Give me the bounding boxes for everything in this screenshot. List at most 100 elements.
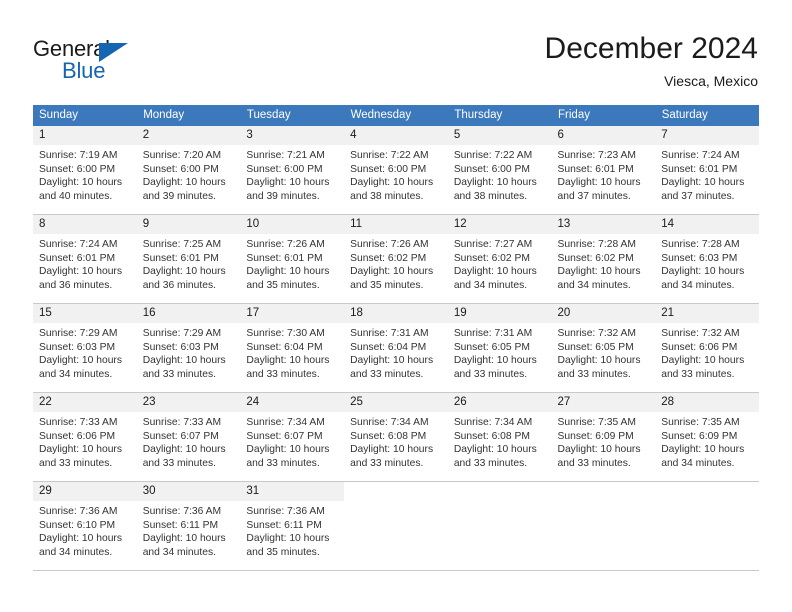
weekday-header-thursday: Thursday — [447, 105, 553, 126]
day-cell[interactable]: 24 Sunrise: 7:34 AM Sunset: 6:07 PM Dayl… — [240, 392, 345, 482]
general-blue-logo[interactable]: General Blue — [33, 36, 183, 86]
day-cell[interactable]: 29 Sunrise: 7:36 AM Sunset: 6:10 PM Dayl… — [33, 481, 137, 571]
daylight-text-line2: and 36 minutes. — [39, 279, 113, 291]
day-number: 23 — [136, 393, 241, 412]
day-cell[interactable]: 1 Sunrise: 7:19 AM Sunset: 6:00 PM Dayli… — [33, 126, 137, 215]
daylight-text-line1: Daylight: 10 hours — [557, 266, 641, 278]
day-cell[interactable]: 7 Sunrise: 7:24 AM Sunset: 6:01 PM Dayli… — [655, 126, 759, 215]
sunrise-text: Sunrise: 7:28 AM — [661, 239, 740, 250]
daylight-text-line2: and 33 minutes. — [350, 457, 424, 469]
day-details: Sunrise: 7:28 AM Sunset: 6:02 PM Dayligh… — [552, 234, 656, 292]
daylight-text-line2: and 35 minutes. — [246, 546, 320, 558]
day-details: Sunrise: 7:35 AM Sunset: 6:09 PM Dayligh… — [655, 412, 759, 470]
day-number: 15 — [33, 304, 137, 323]
sunrise-text: Sunrise: 7:23 AM — [557, 150, 636, 161]
daylight-text-line1: Daylight: 10 hours — [453, 444, 537, 456]
day-number: 2 — [136, 126, 241, 145]
day-cell[interactable]: 30 Sunrise: 7:36 AM Sunset: 6:11 PM Dayl… — [136, 481, 241, 571]
day-cell[interactable]: 18 Sunrise: 7:31 AM Sunset: 6:04 PM Dayl… — [344, 303, 448, 393]
day-cell[interactable]: 25 Sunrise: 7:34 AM Sunset: 6:08 PM Dayl… — [344, 392, 448, 482]
day-cell[interactable]: 14 Sunrise: 7:28 AM Sunset: 6:03 PM Dayl… — [655, 214, 759, 304]
sunrise-text: Sunrise: 7:31 AM — [350, 328, 429, 339]
day-details: Sunrise: 7:34 AM Sunset: 6:07 PM Dayligh… — [240, 412, 344, 470]
sunrise-text: Sunrise: 7:34 AM — [453, 417, 533, 428]
sunset-text: Sunset: 6:03 PM — [142, 341, 219, 353]
day-cell[interactable]: 6 Sunrise: 7:23 AM Sunset: 6:01 PM Dayli… — [551, 126, 656, 215]
day-cell[interactable]: 19 Sunrise: 7:31 AM Sunset: 6:05 PM Dayl… — [447, 303, 552, 393]
day-cell[interactable]: 27 Sunrise: 7:35 AM Sunset: 6:09 PM Dayl… — [551, 392, 656, 482]
daylight-text-line2: and 35 minutes. — [246, 279, 320, 291]
daylight-text-line1: Daylight: 10 hours — [39, 533, 122, 545]
sunrise-text: Sunrise: 7:34 AM — [350, 417, 429, 428]
day-number: 7 — [655, 126, 759, 145]
weekday-header-sunday: Sunday — [33, 105, 138, 126]
calendar-header-row: Sunday Monday Tuesday Wednesday Thursday… — [33, 105, 760, 126]
day-number: 6 — [551, 126, 656, 145]
day-details: Sunrise: 7:21 AM Sunset: 6:00 PM Dayligh… — [240, 145, 344, 203]
day-details: Sunrise: 7:33 AM Sunset: 6:07 PM Dayligh… — [137, 412, 241, 470]
day-cell[interactable]: 9 Sunrise: 7:25 AM Sunset: 6:01 PM Dayli… — [136, 214, 241, 304]
daylight-text-line1: Daylight: 10 hours — [557, 444, 641, 456]
day-details: Sunrise: 7:22 AM Sunset: 6:00 PM Dayligh… — [344, 145, 448, 203]
daylight-text-line2: and 40 minutes. — [39, 190, 113, 202]
day-details: Sunrise: 7:31 AM Sunset: 6:04 PM Dayligh… — [344, 323, 448, 381]
day-cell[interactable]: 8 Sunrise: 7:24 AM Sunset: 6:01 PM Dayli… — [33, 214, 137, 304]
sunrise-text: Sunrise: 7:33 AM — [39, 417, 118, 428]
sunrise-text: Sunrise: 7:28 AM — [557, 239, 636, 250]
day-cell[interactable]: 22 Sunrise: 7:33 AM Sunset: 6:06 PM Dayl… — [33, 392, 137, 482]
day-details: Sunrise: 7:33 AM Sunset: 6:06 PM Dayligh… — [33, 412, 137, 470]
daylight-text-line2: and 37 minutes. — [661, 190, 735, 202]
daylight-text-line2: and 33 minutes. — [350, 368, 424, 380]
day-cell[interactable]: 5 Sunrise: 7:22 AM Sunset: 6:00 PM Dayli… — [447, 126, 552, 215]
sunset-text: Sunset: 6:09 PM — [661, 430, 738, 442]
daylight-text-line1: Daylight: 10 hours — [246, 355, 330, 367]
day-cell[interactable]: 23 Sunrise: 7:33 AM Sunset: 6:07 PM Dayl… — [136, 392, 241, 482]
day-cell[interactable]: 16 Sunrise: 7:29 AM Sunset: 6:03 PM Dayl… — [136, 303, 241, 393]
day-details: Sunrise: 7:36 AM Sunset: 6:11 PM Dayligh… — [137, 501, 241, 559]
day-cell-empty — [655, 481, 759, 571]
page-header: General Blue December 2024 Viesca, Mexic… — [0, 0, 792, 100]
sunset-text: Sunset: 6:06 PM — [39, 430, 116, 442]
weekday-header-tuesday: Tuesday — [240, 105, 345, 126]
daylight-text-line2: and 34 minutes. — [142, 546, 216, 558]
day-details: Sunrise: 7:36 AM Sunset: 6:10 PM Dayligh… — [33, 501, 137, 559]
day-details: Sunrise: 7:28 AM Sunset: 6:03 PM Dayligh… — [655, 234, 759, 292]
daylight-text-line1: Daylight: 10 hours — [453, 177, 537, 189]
sunrise-text: Sunrise: 7:36 AM — [39, 506, 118, 517]
day-cell[interactable]: 31 Sunrise: 7:36 AM Sunset: 6:11 PM Dayl… — [240, 481, 345, 571]
calendar-week-row: 22 Sunrise: 7:33 AM Sunset: 6:06 PM Dayl… — [33, 392, 759, 482]
day-details: Sunrise: 7:35 AM Sunset: 6:09 PM Dayligh… — [552, 412, 656, 470]
sunset-text: Sunset: 6:02 PM — [557, 252, 634, 264]
day-cell[interactable]: 11 Sunrise: 7:26 AM Sunset: 6:02 PM Dayl… — [344, 214, 448, 304]
daylight-text-line1: Daylight: 10 hours — [39, 177, 122, 189]
daylight-text-line2: and 38 minutes. — [453, 190, 528, 202]
day-number: 14 — [655, 215, 759, 234]
sunset-text: Sunset: 6:00 PM — [142, 163, 219, 175]
day-cell[interactable]: 2 Sunrise: 7:20 AM Sunset: 6:00 PM Dayli… — [136, 126, 241, 215]
calendar-table: Sunday Monday Tuesday Wednesday Thursday… — [33, 105, 760, 571]
sunrise-text: Sunrise: 7:36 AM — [142, 506, 222, 517]
daylight-text-line2: and 34 minutes. — [661, 279, 735, 291]
day-details: Sunrise: 7:23 AM Sunset: 6:01 PM Dayligh… — [552, 145, 656, 203]
day-cell[interactable]: 28 Sunrise: 7:35 AM Sunset: 6:09 PM Dayl… — [655, 392, 759, 482]
day-cell[interactable]: 20 Sunrise: 7:32 AM Sunset: 6:05 PM Dayl… — [551, 303, 656, 393]
day-cell[interactable]: 4 Sunrise: 7:22 AM Sunset: 6:00 PM Dayli… — [344, 126, 448, 215]
day-cell[interactable]: 15 Sunrise: 7:29 AM Sunset: 6:03 PM Dayl… — [33, 303, 137, 393]
day-details: Sunrise: 7:26 AM Sunset: 6:01 PM Dayligh… — [240, 234, 344, 292]
day-cell[interactable]: 12 Sunrise: 7:27 AM Sunset: 6:02 PM Dayl… — [447, 214, 552, 304]
day-cell[interactable]: 13 Sunrise: 7:28 AM Sunset: 6:02 PM Dayl… — [551, 214, 656, 304]
day-number: 28 — [655, 393, 759, 412]
sunset-text: Sunset: 6:01 PM — [142, 252, 219, 264]
day-number: 30 — [136, 482, 241, 501]
day-cell[interactable]: 17 Sunrise: 7:30 AM Sunset: 6:04 PM Dayl… — [240, 303, 345, 393]
day-cell[interactable]: 26 Sunrise: 7:34 AM Sunset: 6:08 PM Dayl… — [447, 392, 552, 482]
day-number: 18 — [344, 304, 448, 323]
day-cell[interactable]: 10 Sunrise: 7:26 AM Sunset: 6:01 PM Dayl… — [240, 214, 345, 304]
day-cell[interactable]: 21 Sunrise: 7:32 AM Sunset: 6:06 PM Dayl… — [655, 303, 759, 393]
sunrise-text: Sunrise: 7:34 AM — [246, 417, 325, 428]
calendar-grid: Sunday Monday Tuesday Wednesday Thursday… — [33, 105, 760, 571]
day-cell[interactable]: 3 Sunrise: 7:21 AM Sunset: 6:00 PM Dayli… — [240, 126, 345, 215]
daylight-text-line1: Daylight: 10 hours — [246, 444, 330, 456]
day-number: 1 — [33, 126, 137, 145]
calendar-page: General Blue December 2024 Viesca, Mexic… — [0, 0, 792, 612]
